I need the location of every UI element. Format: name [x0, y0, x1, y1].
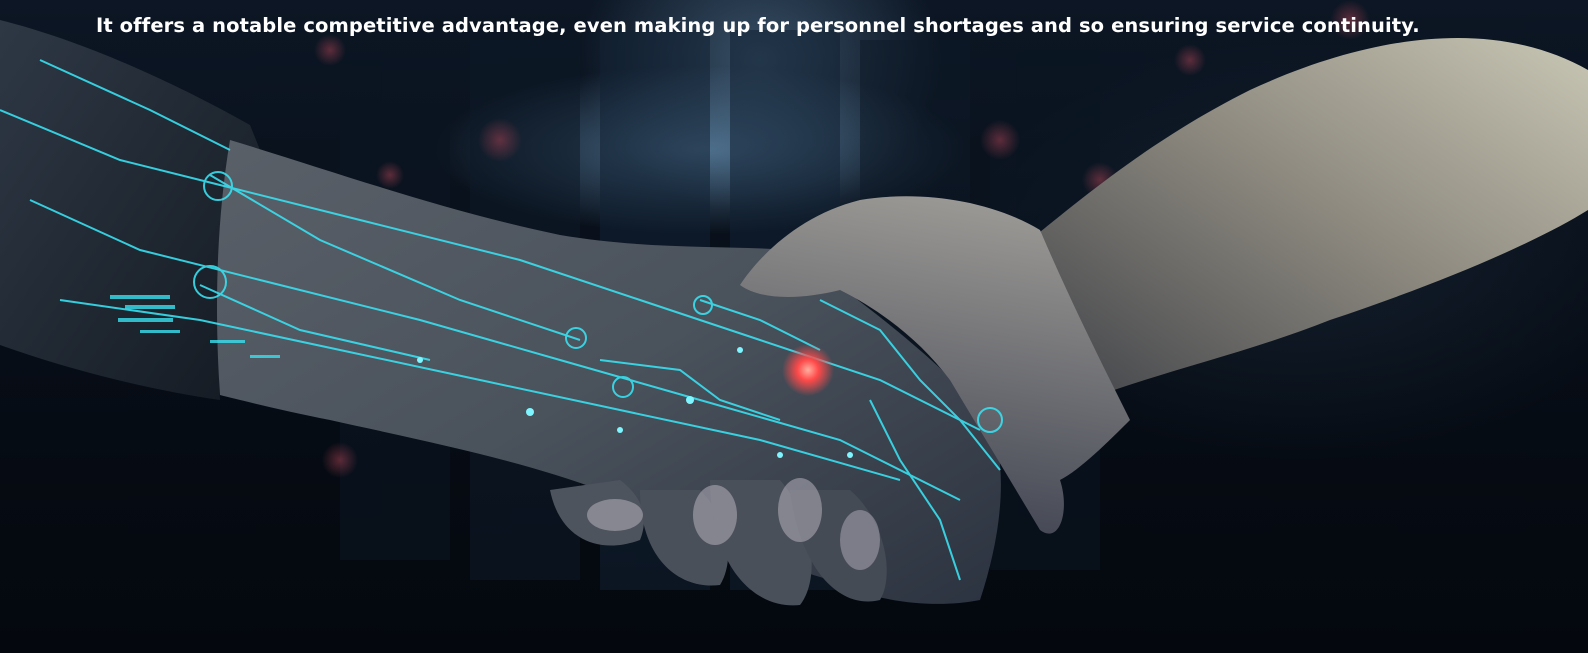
hero-image: It offers a notable competitive advantag… [0, 0, 1588, 653]
caption-text: It offers a notable competitive advantag… [96, 14, 1420, 37]
human-arm [1030, 37, 1588, 421]
handshake-illustration [0, 0, 1588, 606]
red-glow-node [782, 344, 834, 396]
